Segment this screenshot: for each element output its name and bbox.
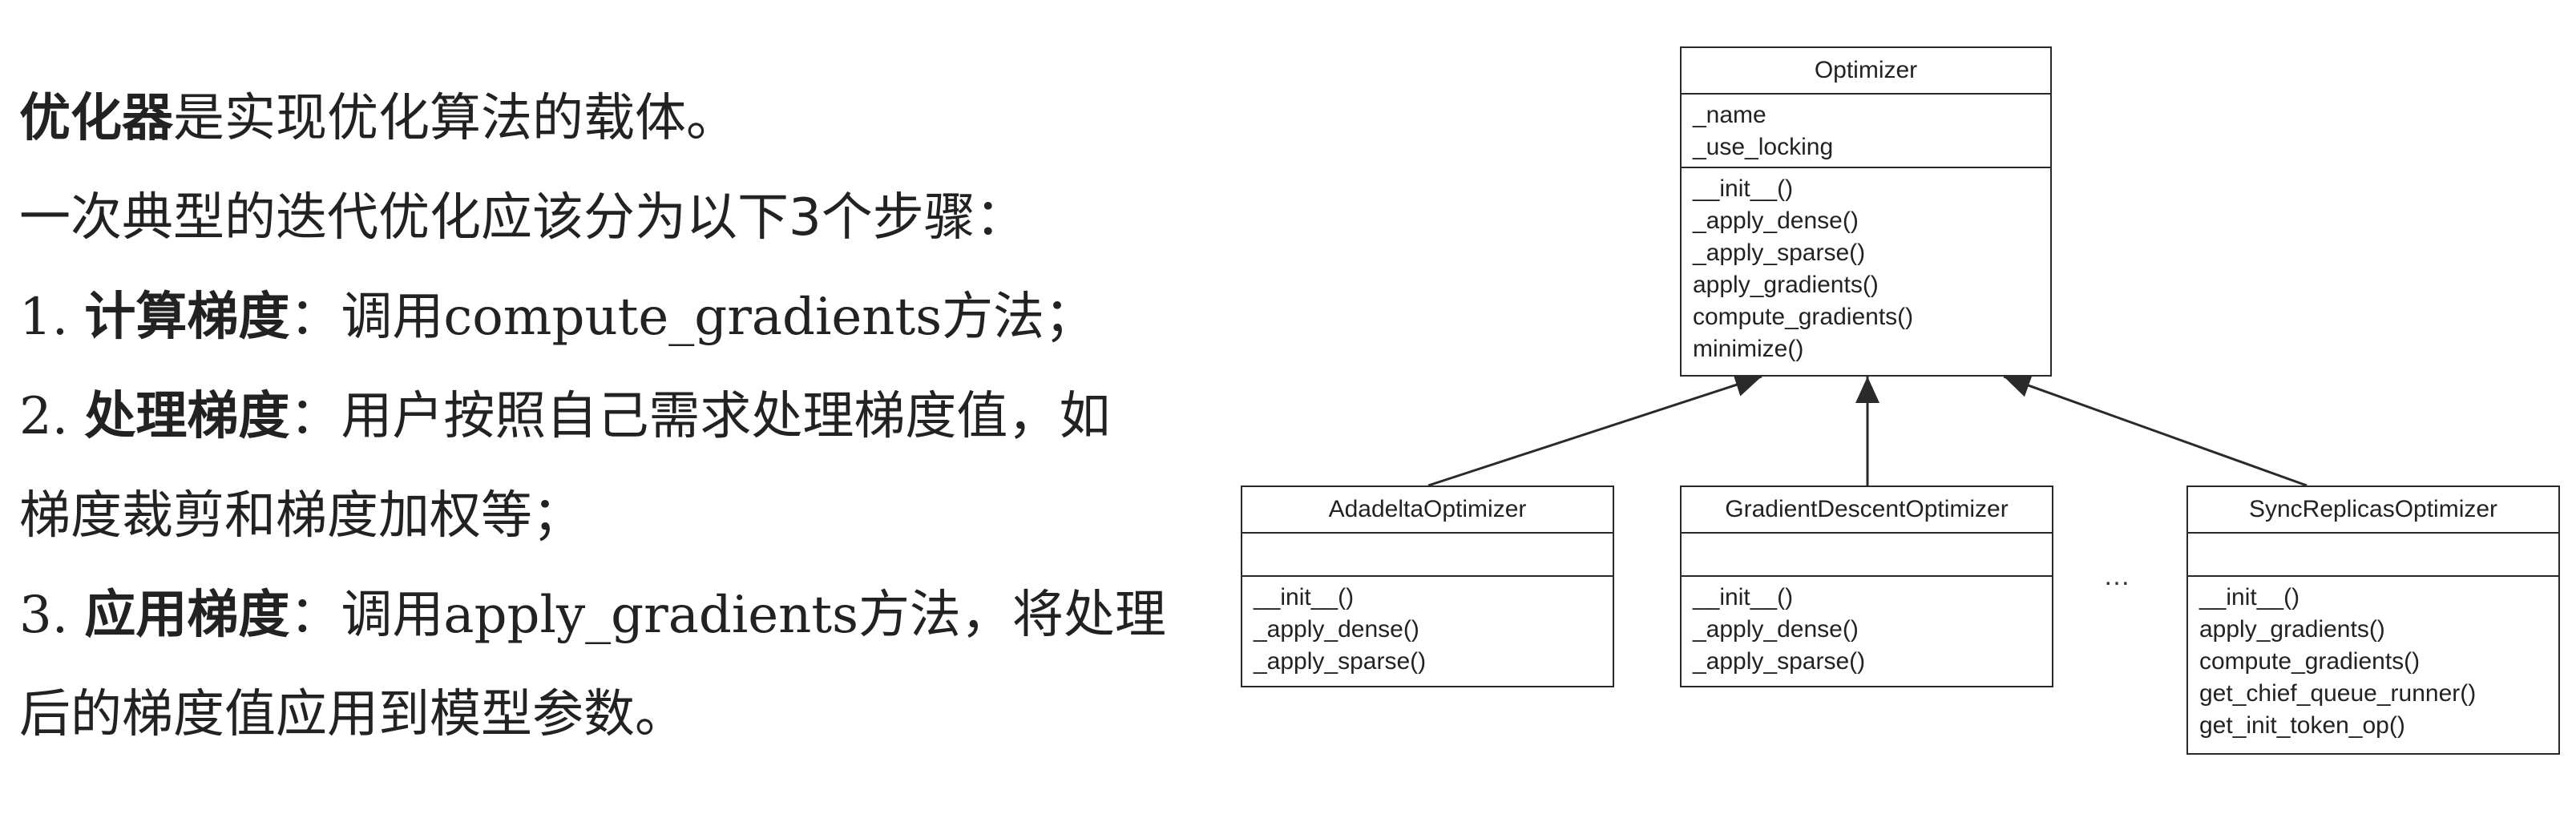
method: apply_gradients() [1693, 272, 1879, 298]
method: __init__() [2199, 584, 2300, 610]
adadelta-class-box: AdadeltaOptimizer __init__() _apply_dens… [1241, 486, 1614, 687]
method: _apply_sparse() [1693, 648, 1866, 675]
method: _apply_dense() [1254, 616, 1419, 643]
adadelta-attributes [1242, 534, 1613, 577]
adadelta-inheritance-arrow [1427, 373, 1762, 487]
gradient-descent-attributes [1682, 534, 2052, 577]
sync-replicas-methods: __init__() apply_gradients() compute_gra… [2188, 577, 2558, 747]
method: _apply_sparse() [1254, 648, 1427, 675]
gradient-descent-methods: __init__() _apply_dense() _apply_sparse(… [1682, 577, 2052, 683]
more-subclasses-ellipsis: … [2103, 561, 2130, 591]
sync-replicas-class-box: SyncReplicasOptimizer __init__() apply_g… [2186, 486, 2560, 755]
sync-replicas-class-name: SyncReplicasOptimizer [2188, 487, 2558, 534]
method: __init__() [1693, 175, 1794, 202]
attribute: _use_locking [1693, 134, 1834, 160]
optimizer-class-box: Optimizer _name _use_locking __init__() … [1680, 46, 2052, 377]
method: _apply_dense() [1693, 208, 1859, 234]
method: _apply_dense() [1693, 616, 1859, 643]
sync-replicas-inheritance-arrow [2003, 374, 2307, 487]
method: _apply_sparse() [1693, 240, 1866, 266]
sync-replicas-attributes [2188, 534, 2558, 577]
gradient-descent-class-name: GradientDescentOptimizer [1682, 487, 2052, 534]
method: compute_gradients() [2199, 648, 2421, 675]
method: get_chief_queue_runner() [2199, 680, 2477, 707]
method: __init__() [1693, 584, 1794, 610]
method: get_init_token_op() [2199, 712, 2405, 739]
optimizer-class-name: Optimizer [1682, 48, 2050, 95]
method: apply_gradients() [2199, 616, 2385, 643]
attribute: _name [1693, 102, 1766, 128]
method: __init__() [1254, 584, 1355, 610]
optimizer-methods: __init__() _apply_dense() _apply_sparse(… [1682, 168, 2050, 370]
gradient-descent-class-box: GradientDescentOptimizer __init__() _app… [1680, 486, 2053, 687]
uml-class-diagram: Optimizer _name _use_locking __init__() … [0, 0, 2576, 822]
method: minimize() [1693, 336, 1804, 362]
adadelta-methods: __init__() _apply_dense() _apply_sparse(… [1242, 577, 1613, 683]
adadelta-class-name: AdadeltaOptimizer [1242, 487, 1613, 534]
optimizer-attributes: _name _use_locking [1682, 95, 2050, 168]
method: compute_gradients() [1693, 304, 1914, 330]
